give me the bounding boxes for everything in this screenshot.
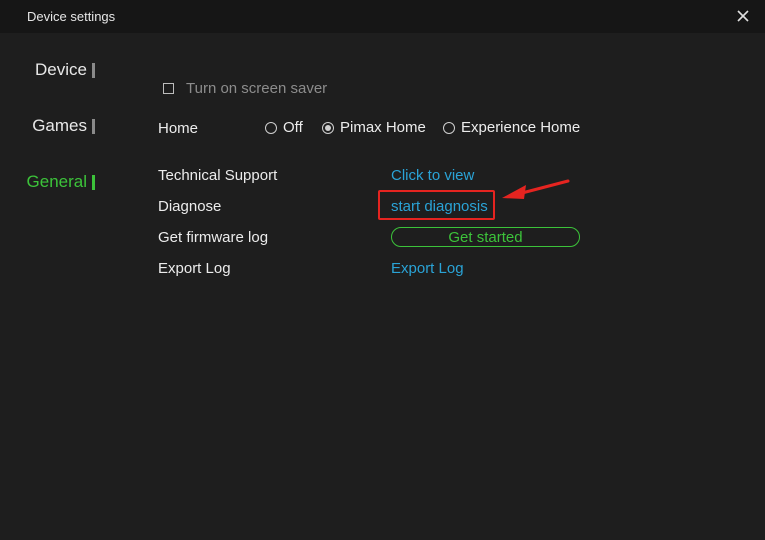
close-icon xyxy=(737,10,749,22)
get-started-label: Get started xyxy=(448,228,523,246)
home-option-experience-home[interactable]: Experience Home xyxy=(443,119,580,136)
radio-button[interactable] xyxy=(265,121,277,134)
nav-indicator xyxy=(92,118,95,134)
radio-label: Pimax Home xyxy=(340,119,426,136)
nav-indicator xyxy=(92,174,95,190)
get-started-button[interactable]: Get started xyxy=(391,227,580,247)
nav-item-games[interactable]: Games xyxy=(32,116,95,136)
device-settings-window: Device settings Device Games General Tur… xyxy=(0,0,765,540)
screen-saver-checkbox[interactable] xyxy=(163,83,174,94)
firmware-log-label: Get firmware log xyxy=(158,229,269,246)
title-bar: Device settings xyxy=(0,0,765,33)
screen-saver-option[interactable]: Turn on screen saver xyxy=(163,80,327,97)
home-option-off[interactable]: Off xyxy=(265,119,303,136)
home-option-pimax-home[interactable]: Pimax Home xyxy=(322,119,426,136)
nav-item-general[interactable]: General xyxy=(27,172,95,192)
window-title: Device settings xyxy=(27,9,116,24)
click-to-view-link[interactable]: Click to view xyxy=(391,167,474,184)
arrow-icon xyxy=(502,179,570,199)
radio-button-selected[interactable] xyxy=(322,121,334,134)
radio-label: Experience Home xyxy=(461,119,581,136)
nav-item-label: Device xyxy=(35,60,87,79)
diagnose-label: Diagnose xyxy=(158,198,222,215)
screen-saver-label: Turn on screen saver xyxy=(186,80,328,97)
export-log-link[interactable]: Export Log xyxy=(391,260,464,277)
nav-item-label: General xyxy=(26,172,87,191)
radio-button[interactable] xyxy=(443,121,455,134)
close-button[interactable] xyxy=(735,8,751,24)
home-label: Home xyxy=(158,120,199,137)
annotation-highlight-box xyxy=(378,190,495,220)
radio-label: Off xyxy=(283,119,303,136)
export-log-label: Export Log xyxy=(158,260,231,277)
technical-support-label: Technical Support xyxy=(158,167,278,184)
nav-indicator xyxy=(92,62,95,78)
nav-item-label: Games xyxy=(32,116,87,135)
nav-item-device[interactable]: Device xyxy=(35,60,95,80)
